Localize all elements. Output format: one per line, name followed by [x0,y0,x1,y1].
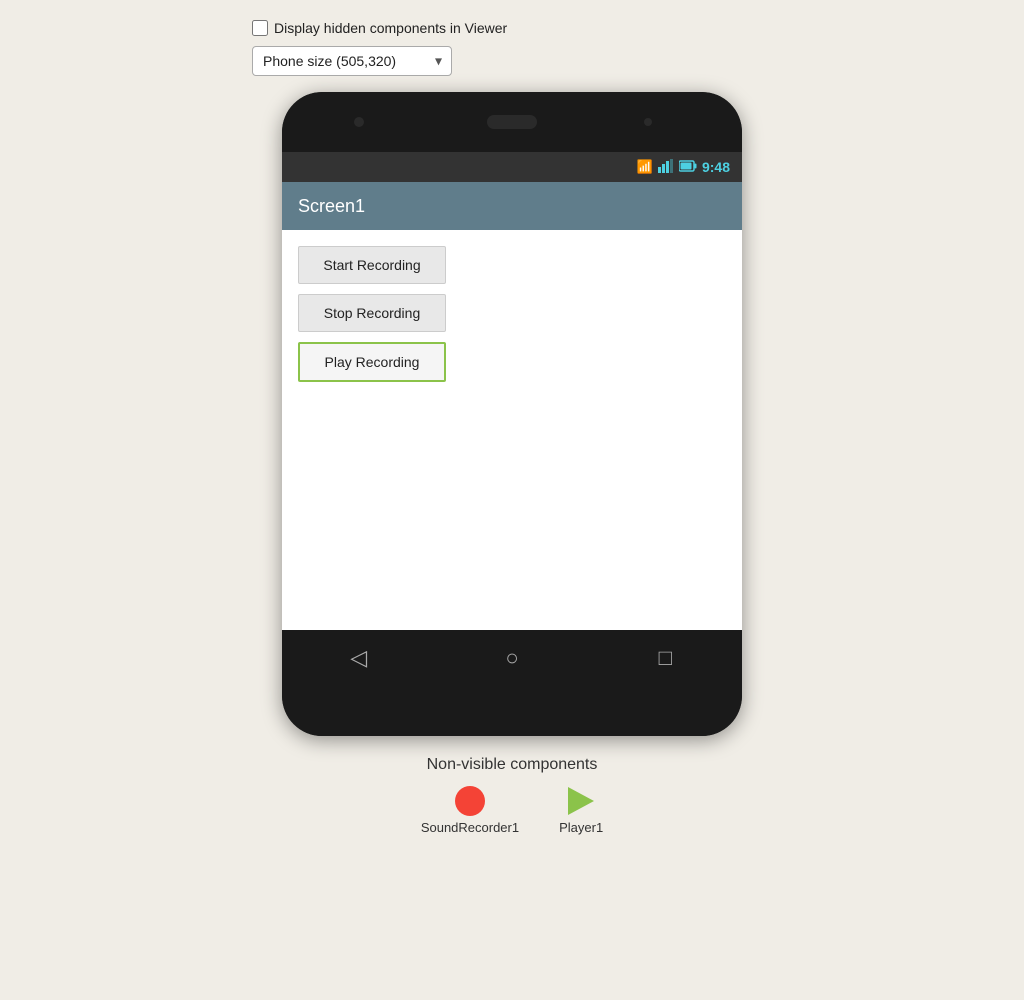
app-titlebar: Screen1 [282,182,742,230]
display-hidden-label[interactable]: Display hidden components in Viewer [274,20,507,36]
top-controls: Display hidden components in Viewer Phon… [252,20,772,76]
bottom-nav: ◁ ○ □ [282,630,742,686]
phone-frame: 📶 9:48 [282,92,742,736]
home-nav-button[interactable]: ○ [492,638,532,678]
recents-nav-button[interactable]: □ [645,638,685,678]
status-bar: 📶 9:48 [282,152,742,182]
signal-icon [658,159,674,176]
display-hidden-checkbox[interactable] [252,20,268,36]
app-content: Start Recording Stop Recording Play Reco… [282,230,742,630]
time-display: 9:48 [702,159,730,175]
phone-bottom-bar [282,686,742,736]
status-icons: 📶 9:48 [637,159,730,176]
sound-recorder-icon [455,786,485,816]
checkbox-row: Display hidden components in Viewer [252,20,772,36]
size-select-wrapper: Phone size (505,320) Tablet size (1024,7… [252,46,452,76]
app-content-spacer [298,392,726,614]
app-title: Screen1 [298,196,365,217]
player-label: Player1 [559,820,603,835]
front-camera2-icon [644,118,652,126]
phone-speaker-icon [487,115,537,129]
non-visible-title: Non-visible components [427,756,598,774]
player-icon [568,787,594,815]
phone-top-bar [282,92,742,152]
wifi-icon: 📶 [637,159,653,175]
stop-recording-button[interactable]: Stop Recording [298,294,446,332]
non-visible-components: SoundRecorder1 Player1 [421,786,603,835]
play-recording-button[interactable]: Play Recording [298,342,446,382]
back-nav-button[interactable]: ◁ [339,638,379,678]
size-select[interactable]: Phone size (505,320) Tablet size (1024,7… [252,46,452,76]
phone-screen: 📶 9:48 [282,152,742,686]
non-visible-section: Non-visible components SoundRecorder1 Pl… [421,756,603,835]
player-item: Player1 [559,786,603,835]
sound-recorder-item: SoundRecorder1 [421,786,519,835]
start-recording-button[interactable]: Start Recording [298,246,446,284]
front-camera-icon [354,117,364,127]
battery-icon [679,160,697,175]
sound-recorder-label: SoundRecorder1 [421,820,519,835]
